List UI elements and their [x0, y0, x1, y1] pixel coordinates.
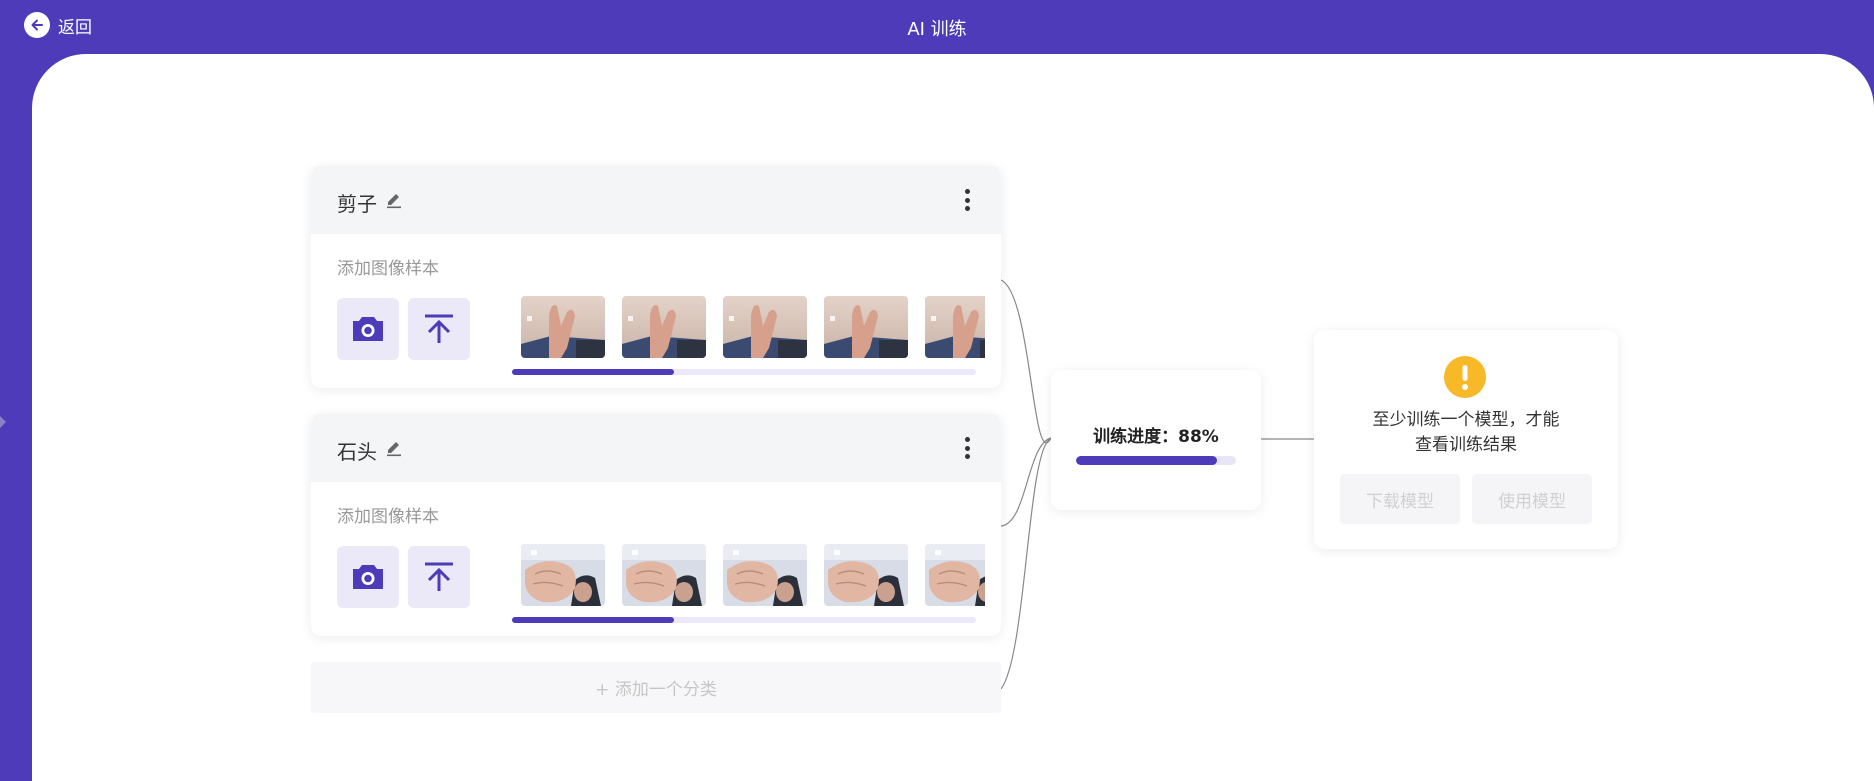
add-class-button[interactable]: + 添加一个分类	[311, 662, 1001, 713]
connector-rock	[1000, 437, 1052, 527]
training-progress-bar	[1076, 456, 1236, 465]
download-model-button[interactable]: 下载模型	[1340, 474, 1460, 524]
upload-arrow-icon	[425, 562, 453, 591]
sample-thumbnail[interactable]	[622, 544, 706, 606]
sample-thumbnail[interactable]	[521, 296, 605, 358]
webcam-capture-button[interactable]	[337, 298, 399, 360]
sample-thumbnail[interactable]	[723, 296, 807, 358]
sample-thumbnails[interactable]	[521, 544, 985, 608]
sample-thumbnail[interactable]	[622, 296, 706, 358]
camera-icon	[353, 565, 383, 589]
class-card-rock: 石头 添加图像样本	[311, 414, 1001, 636]
sample-thumbnail[interactable]	[925, 296, 985, 358]
upload-button[interactable]	[408, 298, 470, 360]
sample-thumbnail[interactable]	[824, 544, 908, 606]
upload-button[interactable]	[408, 546, 470, 608]
sample-thumbnail[interactable]	[521, 544, 605, 606]
card-header: 剪子	[311, 166, 1001, 234]
training-progress-card: 训练进度：88%	[1051, 370, 1261, 510]
result-message: 至少训练一个模型，才能 查看训练结果	[1314, 408, 1618, 458]
training-progress-label: 训练进度：88%	[1093, 427, 1219, 447]
sample-scrollbar-thumb[interactable]	[512, 617, 675, 623]
page-title: AI 训练	[907, 19, 967, 40]
sample-thumbnail[interactable]	[723, 544, 807, 606]
warning-icon	[1444, 356, 1486, 398]
use-model-button[interactable]: 使用模型	[1472, 474, 1592, 524]
training-result-card: 至少训练一个模型，才能 查看训练结果 下载模型 使用模型	[1314, 330, 1618, 549]
collapse-handle-icon[interactable]	[0, 416, 6, 428]
result-message-line-2: 查看训练结果	[1415, 435, 1517, 455]
more-options-icon[interactable]	[961, 434, 973, 462]
result-message-line-1: 至少训练一个模型，才能	[1372, 410, 1560, 430]
class-name: 剪子	[337, 192, 377, 216]
camera-icon	[353, 317, 383, 341]
connector-scissors	[1000, 279, 1052, 443]
sample-thumbnail[interactable]	[824, 296, 908, 358]
edit-pencil-icon[interactable]	[385, 191, 403, 209]
sample-scrollbar[interactable]	[512, 369, 976, 375]
sample-scrollbar-thumb[interactable]	[512, 369, 675, 375]
add-samples-label: 添加图像样本	[337, 507, 439, 527]
class-name: 石头	[337, 440, 377, 464]
add-samples-label: 添加图像样本	[337, 259, 439, 279]
upload-arrow-icon	[425, 314, 453, 343]
training-progress-fill	[1076, 456, 1217, 465]
edit-pencil-icon[interactable]	[385, 439, 403, 457]
webcam-capture-button[interactable]	[337, 546, 399, 608]
sample-thumbnails[interactable]	[521, 296, 985, 360]
sample-scrollbar[interactable]	[512, 617, 976, 623]
class-card-scissors: 剪子 添加图像样本	[311, 166, 1001, 388]
top-bar: 返回 AI 训练	[0, 0, 1874, 54]
more-options-icon[interactable]	[961, 186, 973, 214]
training-workspace: 剪子 添加图像样本 石头 添加图像样本 + 添加一个分类 训练进度：88% 至少…	[32, 54, 1874, 781]
card-header: 石头	[311, 414, 1001, 482]
sample-thumbnail[interactable]	[925, 544, 985, 606]
connector-add-class	[1000, 437, 1052, 690]
